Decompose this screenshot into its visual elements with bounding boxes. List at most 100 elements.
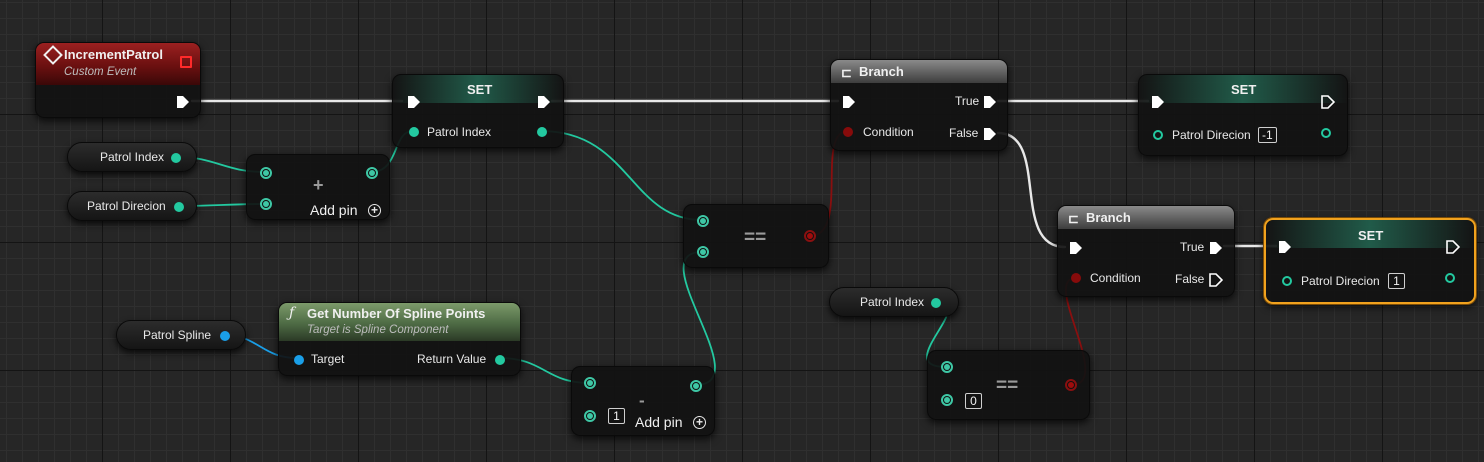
false-exec-pin[interactable] xyxy=(1209,273,1223,287)
branch-node-1[interactable]: ⊏ Branch True Condition False xyxy=(830,59,1008,151)
pin-label: Patrol Direcion xyxy=(1172,128,1251,142)
exec-wire xyxy=(996,131,1067,249)
patrol-direcion-getter[interactable]: Patrol Direcion xyxy=(67,191,197,221)
patrol-direcion-in-pin[interactable] xyxy=(1282,276,1292,286)
branch-header xyxy=(1058,206,1234,229)
patrol-index-out-pin[interactable] xyxy=(537,127,547,137)
target-label: Target xyxy=(311,352,345,366)
a-input-pin[interactable] xyxy=(584,377,596,389)
exec-out-pin[interactable] xyxy=(537,95,551,109)
subtract-operator: - xyxy=(639,391,645,410)
exec-out-pin[interactable] xyxy=(1321,95,1335,109)
branch-header xyxy=(831,60,1007,83)
false-exec-pin[interactable] xyxy=(983,127,997,141)
b-input-pin[interactable] xyxy=(260,198,272,210)
true-exec-pin[interactable] xyxy=(1209,241,1223,255)
false-label: False xyxy=(1175,272,1205,286)
event-header: IncrementPatrol Custom Event xyxy=(36,43,200,85)
equal-operator: == xyxy=(996,375,1019,396)
getter-label: Patrol Index xyxy=(860,295,925,309)
a-input-pin[interactable] xyxy=(697,215,709,227)
set-title: SET xyxy=(467,82,493,97)
patrol-index-in-pin[interactable] xyxy=(409,127,419,137)
getter-label: Patrol Index xyxy=(100,150,165,164)
patrol-index-getter[interactable]: Patrol Index xyxy=(67,142,197,172)
getter-label: Patrol Direcion xyxy=(87,199,166,213)
condition-label: Condition xyxy=(863,125,914,139)
exec-in-pin[interactable] xyxy=(1278,240,1292,254)
subtract-node[interactable]: 1 - Add pin + xyxy=(571,366,715,436)
condition-pin[interactable] xyxy=(1071,273,1081,283)
event-icon xyxy=(43,45,63,65)
result-output-pin[interactable] xyxy=(804,230,816,242)
exec-in-pin[interactable] xyxy=(1151,95,1165,109)
b-input-pin[interactable] xyxy=(941,394,953,406)
result-output-pin[interactable] xyxy=(1065,379,1077,391)
set-direcion-pos-node[interactable]: SET Patrol Direcion 1 xyxy=(1264,218,1476,304)
add-node[interactable]: + Add pin + xyxy=(246,154,390,220)
exec-in-pin[interactable] xyxy=(407,95,421,109)
equal-node-1[interactable]: == xyxy=(683,204,829,268)
true-exec-pin[interactable] xyxy=(983,95,997,109)
getter-out-pin[interactable] xyxy=(220,331,230,341)
add-pin-label[interactable]: Add pin xyxy=(635,414,682,430)
event-subtitle: Custom Event xyxy=(64,66,137,78)
set-title: SET xyxy=(1231,82,1257,97)
delegate-pin-icon[interactable] xyxy=(180,56,192,68)
getter-out-pin[interactable] xyxy=(174,202,184,212)
patrol-direcion-out-pin[interactable] xyxy=(1321,128,1331,138)
branch-title: Branch xyxy=(1086,210,1131,225)
function-title: Get Number Of Spline Points xyxy=(307,306,486,321)
custom-event-node[interactable]: IncrementPatrol Custom Event xyxy=(35,42,201,118)
set-direcion-neg-node[interactable]: SET Patrol Direcion -1 xyxy=(1138,74,1348,156)
event-title: IncrementPatrol xyxy=(64,47,163,62)
patrol-direcion-out-pin[interactable] xyxy=(1445,273,1455,283)
add-pin-label[interactable]: Add pin xyxy=(310,202,357,218)
return-value-label: Return Value xyxy=(417,352,487,366)
getter-out-pin[interactable] xyxy=(171,153,181,163)
exec-in-pin[interactable] xyxy=(842,95,856,109)
b-value-field[interactable]: 1 xyxy=(608,408,625,424)
true-label: True xyxy=(1180,240,1205,254)
true-label: True xyxy=(955,94,980,108)
branch-node-2[interactable]: ⊏ Branch True Condition False xyxy=(1057,205,1235,297)
pin-label: Patrol Direcion xyxy=(1301,274,1380,288)
equal-operator: == xyxy=(744,227,767,248)
get-spline-points-node[interactable]: ƒ Get Number Of Spline Points Target is … xyxy=(278,302,521,376)
b-input-pin[interactable] xyxy=(584,410,596,422)
exec-out-pin[interactable] xyxy=(1446,240,1460,254)
patrol-spline-getter[interactable]: Patrol Spline xyxy=(116,320,246,350)
patrol-direcion-in-pin[interactable] xyxy=(1153,130,1163,140)
b-value-field[interactable]: 0 xyxy=(965,393,982,409)
condition-pin[interactable] xyxy=(843,127,853,137)
int-wire xyxy=(540,130,703,221)
b-input-pin[interactable] xyxy=(697,246,709,258)
a-input-pin[interactable] xyxy=(260,167,272,179)
return-value-pin[interactable] xyxy=(495,355,505,365)
exec-in-pin[interactable] xyxy=(1069,241,1083,255)
condition-label: Condition xyxy=(1090,271,1141,285)
getter-out-pin[interactable] xyxy=(931,298,941,308)
result-output-pin[interactable] xyxy=(366,167,378,179)
set-title: SET xyxy=(1358,228,1384,243)
function-icon: ƒ xyxy=(289,305,295,321)
equal-node-2[interactable]: 0 == xyxy=(927,350,1090,420)
add-pin-icon[interactable]: + xyxy=(368,204,381,217)
branch-title: Branch xyxy=(859,64,904,79)
function-subtitle: Target is Spline Component xyxy=(307,324,449,336)
branch-icon: ⊏ xyxy=(1068,211,1079,226)
false-label: False xyxy=(949,126,979,140)
target-pin[interactable] xyxy=(294,355,304,365)
add-pin-icon[interactable]: + xyxy=(693,416,706,429)
pin-label: Patrol Index xyxy=(427,125,492,139)
branch-icon: ⊏ xyxy=(841,65,852,80)
set-patrol-index-node[interactable]: SET Patrol Index xyxy=(392,74,564,148)
a-input-pin[interactable] xyxy=(941,361,953,373)
exec-out-pin[interactable] xyxy=(176,95,190,109)
value-field[interactable]: 1 xyxy=(1388,273,1405,289)
getter-label: Patrol Spline xyxy=(143,328,212,342)
value-field[interactable]: -1 xyxy=(1258,127,1277,143)
patrol-index-getter-2[interactable]: Patrol Index xyxy=(829,287,959,317)
result-output-pin[interactable] xyxy=(690,380,702,392)
add-operator: + xyxy=(313,175,324,195)
